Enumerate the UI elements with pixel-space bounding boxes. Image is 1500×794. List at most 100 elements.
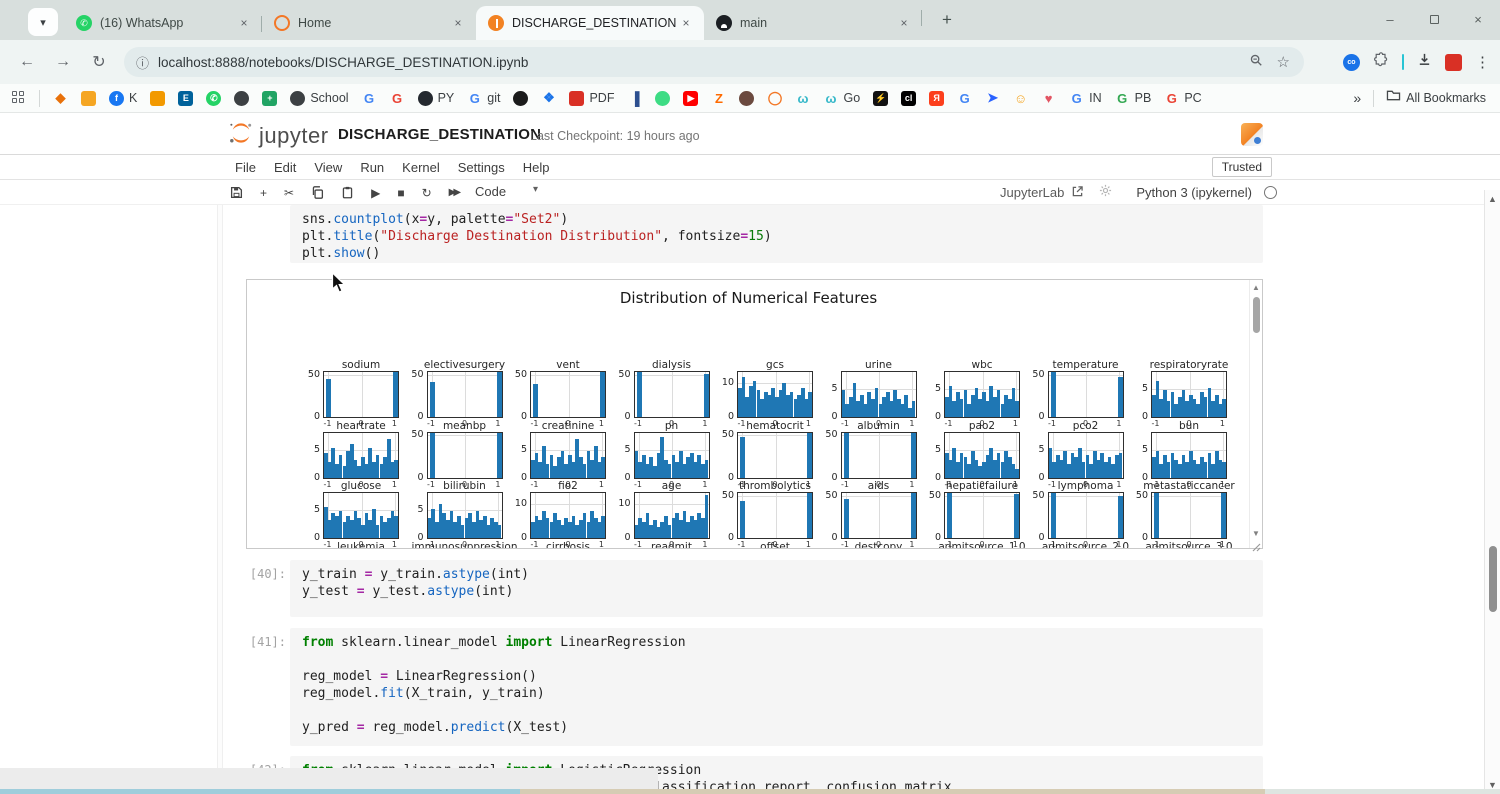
site-info-icon[interactable]: ⓘ: [136, 53, 149, 72]
browser-tab-3[interactable]: DISCHARGE_DESTINATION×: [476, 6, 704, 40]
code-cell-partial[interactable]: sns.countplot(x=y, palette="Set2")plt.ti…: [0, 205, 1290, 263]
bookmark-google-in[interactable]: GIN: [1069, 91, 1102, 106]
menu-file[interactable]: File: [233, 160, 258, 175]
cut-cell-icon[interactable]: ✂: [284, 186, 294, 200]
bookmark-analytics[interactable]: [150, 91, 165, 106]
menu-view[interactable]: View: [312, 160, 344, 175]
menu-dots-icon[interactable]: ⋮: [1475, 53, 1490, 71]
notebook-title[interactable]: DISCHARGE_DESTINATION: [338, 126, 541, 143]
bookmark-diamond[interactable]: ◆: [53, 91, 68, 106]
browser-tab-2[interactable]: Home×: [262, 6, 476, 40]
trusted-button[interactable]: Trusted: [1212, 157, 1272, 177]
menu-kernel[interactable]: Kernel: [400, 160, 442, 175]
download-icon[interactable]: [1417, 52, 1432, 72]
menu-edit[interactable]: Edit: [272, 160, 298, 175]
zoom-icon[interactable]: [1249, 53, 1263, 72]
back-icon[interactable]: ←: [14, 49, 40, 75]
code-cell-41[interactable]: [41]: from sklearn.linear_model import L…: [0, 628, 1290, 746]
tab-close-icon[interactable]: ×: [236, 15, 252, 31]
tab-close-icon[interactable]: ×: [450, 15, 466, 31]
code-editor[interactable]: sns.countplot(x=y, palette="Set2")plt.ti…: [290, 205, 1263, 263]
stop-kernel-icon[interactable]: ■: [397, 186, 404, 200]
bookmark-github-py[interactable]: PY: [418, 91, 455, 106]
bookmark-globe-dark[interactable]: [234, 91, 249, 106]
bookmark-google-pc[interactable]: GPC: [1164, 91, 1201, 106]
menu-settings[interactable]: Settings: [456, 160, 507, 175]
browser-tab-4[interactable]: main×: [704, 6, 922, 40]
page-scrollbar-thumb[interactable]: [1489, 546, 1497, 612]
bookmark-blue-shield[interactable]: ❖: [541, 91, 556, 106]
run-cell-icon[interactable]: ▶: [371, 186, 380, 200]
bookmark-android[interactable]: [655, 91, 670, 106]
gear-icon[interactable]: [1099, 184, 1112, 202]
bookmark-dark-circle[interactable]: [513, 91, 528, 106]
scroll-up-icon[interactable]: ▲: [1485, 194, 1500, 204]
bookmark-teal-go[interactable]: ωGo: [823, 91, 860, 106]
meet-extension-icon[interactable]: co: [1343, 54, 1360, 71]
menu-run[interactable]: Run: [358, 160, 386, 175]
bookmarks-overflow-button[interactable]: »: [1353, 90, 1361, 106]
extensions-puzzle-icon[interactable]: [1373, 52, 1389, 73]
bookmark-google-3[interactable]: G: [957, 91, 972, 106]
code-cell-40[interactable]: [40]: y_train = y_train.astype(int)y_tes…: [0, 560, 1290, 617]
copy-cell-icon[interactable]: [311, 186, 324, 199]
browser-tab-1[interactable]: ✆(16) WhatsApp×: [64, 6, 262, 40]
bookmark-orange-ring[interactable]: ◯: [767, 91, 782, 106]
all-bookmarks-button[interactable]: All Bookmarks: [1386, 89, 1486, 107]
cell-type-dropdown[interactable]: Code: [475, 184, 506, 199]
bookmark-google-pb[interactable]: GPB: [1115, 91, 1152, 106]
bookmark-teal-1[interactable]: ω: [795, 91, 810, 106]
bookmark-arrow[interactable]: ➤: [985, 91, 1000, 106]
bookmark-lightning[interactable]: ⚡: [873, 91, 888, 106]
jupyter-logo[interactable]: jupyter: [228, 122, 329, 149]
bookmark-school[interactable]: School: [290, 91, 348, 106]
jupyterlab-link[interactable]: JupyterLab: [1000, 185, 1064, 200]
bookmark-dark-oval[interactable]: [739, 91, 754, 106]
bookmark-emoji[interactable]: ☺: [1013, 91, 1028, 106]
bookmark-heart[interactable]: ♥: [1041, 91, 1056, 106]
code-editor[interactable]: from sklearn.linear_model import LinearR…: [290, 628, 1263, 746]
page-scrollbar[interactable]: ▲ ▼: [1484, 190, 1500, 794]
bookmark-orange-box[interactable]: [81, 91, 96, 106]
run-all-icon[interactable]: ▶▶: [449, 187, 458, 198]
bookmark-cl[interactable]: cl: [901, 91, 916, 106]
output-resize-handle[interactable]: [1252, 539, 1261, 557]
save-icon[interactable]: [230, 186, 243, 199]
bookmark-whatsapp[interactable]: ✆: [206, 91, 221, 106]
bookmark-google-git[interactable]: Ggit: [467, 91, 500, 106]
apps-grid-icon[interactable]: [12, 91, 26, 105]
adobe-extension-icon[interactable]: [1445, 54, 1462, 71]
bookmark-pdf[interactable]: PDF: [569, 91, 614, 106]
bookmark-youtube[interactable]: ▶: [683, 91, 698, 106]
jupyter-share-icon[interactable]: [1241, 123, 1263, 146]
close-window-icon[interactable]: ×: [1456, 0, 1500, 38]
url-text[interactable]: localhost:8888/notebooks/DISCHARGE_DESTI…: [158, 55, 1249, 70]
bookmark-yandex[interactable]: Я: [929, 91, 944, 106]
tab-close-icon[interactable]: ×: [678, 15, 694, 31]
reload-icon[interactable]: ↻: [86, 49, 112, 75]
menu-help[interactable]: Help: [521, 160, 552, 175]
output-scrollbar-thumb[interactable]: [1253, 297, 1260, 333]
address-bar[interactable]: ⓘ localhost:8888/notebooks/DISCHARGE_DES…: [124, 47, 1304, 77]
bookmark-google-1[interactable]: G: [362, 91, 377, 106]
bookmark-sheets[interactable]: +: [262, 91, 277, 106]
paste-cell-icon[interactable]: [341, 186, 354, 199]
tab-close-icon[interactable]: ×: [896, 15, 912, 31]
code-editor[interactable]: y_train = y_train.astype(int)y_test = y_…: [290, 560, 1263, 617]
bookmark-facebook[interactable]: fK: [109, 91, 137, 106]
kernel-name[interactable]: Python 3 (ipykernel): [1136, 185, 1252, 200]
bookmark-z[interactable]: Z: [711, 91, 726, 106]
bookmark-blue-bars[interactable]: ▐: [627, 91, 642, 106]
maximize-icon[interactable]: [1412, 0, 1456, 38]
forward-icon[interactable]: →: [50, 49, 76, 75]
scroll-up-icon[interactable]: ▲: [1250, 283, 1262, 292]
bookmark-star-icon[interactable]: ☆: [1277, 53, 1290, 71]
tab-search-button[interactable]: ▾: [28, 8, 58, 36]
bookmark-google-2[interactable]: G: [390, 91, 405, 106]
add-cell-icon[interactable]: +: [260, 186, 267, 200]
output-scrollbar[interactable]: ▲ ▼: [1249, 280, 1262, 548]
bookmark-ieee[interactable]: E: [178, 91, 193, 106]
new-tab-button[interactable]: +: [934, 7, 960, 33]
scroll-down-icon[interactable]: ▼: [1250, 529, 1262, 538]
restart-kernel-icon[interactable]: ↻: [422, 186, 432, 200]
